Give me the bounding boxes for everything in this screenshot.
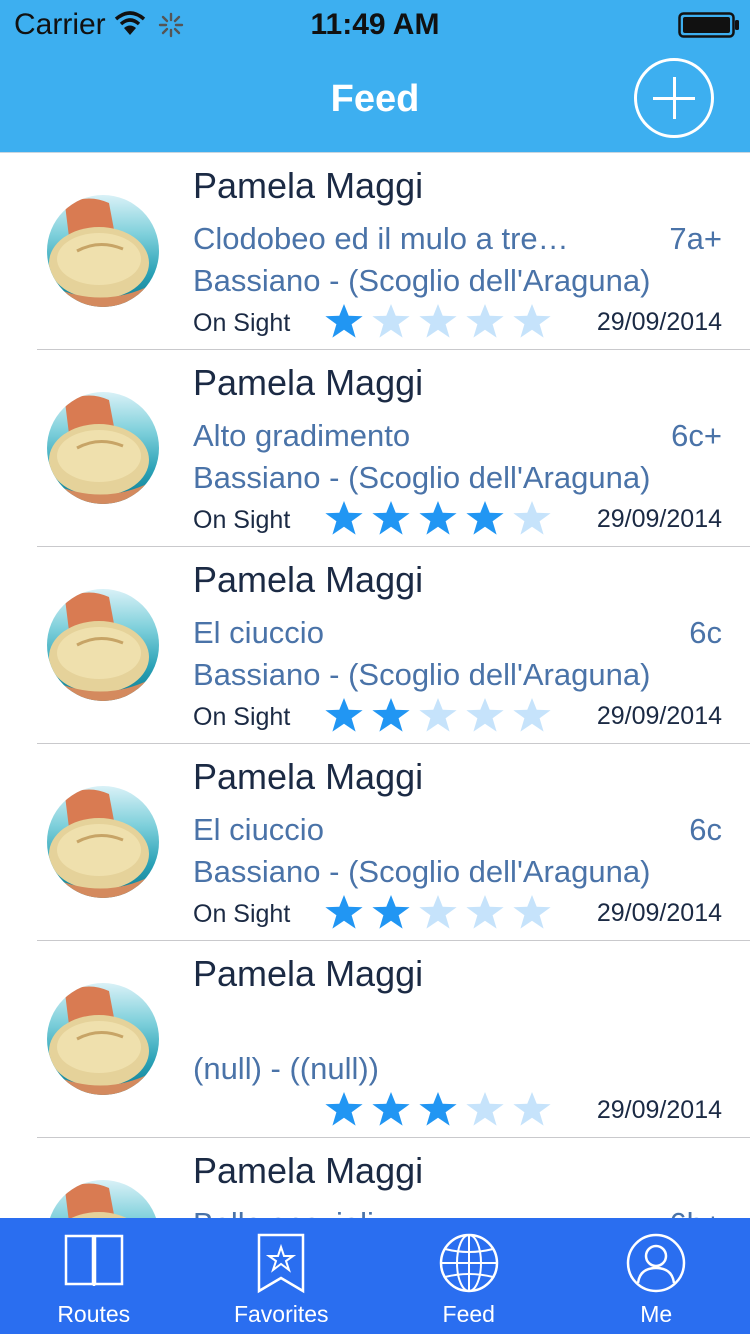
star-empty-icon bbox=[466, 698, 504, 732]
ascent-date: 29/09/2014 bbox=[596, 899, 722, 927]
tab-me[interactable]: Me bbox=[563, 1218, 750, 1334]
star-empty-icon bbox=[419, 304, 457, 338]
route-grade: 7a+ bbox=[669, 221, 722, 256]
star-rating bbox=[324, 894, 552, 930]
user-icon bbox=[627, 1233, 686, 1293]
star-empty-icon bbox=[419, 698, 457, 732]
avatar bbox=[47, 786, 159, 898]
star-empty-icon bbox=[466, 895, 504, 929]
tab-feed[interactable]: Feed bbox=[375, 1218, 563, 1334]
ascent-style: On Sight bbox=[193, 703, 291, 731]
user-name: Pamela Maggi bbox=[193, 1150, 424, 1191]
star-empty-icon bbox=[513, 1092, 551, 1126]
star-filled-icon bbox=[372, 698, 410, 732]
star-empty-icon bbox=[513, 501, 551, 535]
star-filled-icon bbox=[372, 1092, 410, 1126]
user-name: Pamela Maggi bbox=[193, 756, 424, 797]
ascent-date: 29/09/2014 bbox=[596, 308, 722, 336]
avatar-photo bbox=[47, 392, 159, 504]
globe-icon bbox=[439, 1233, 498, 1293]
star-empty-icon bbox=[419, 895, 457, 929]
route-grade: 6c+ bbox=[671, 418, 722, 453]
star-empty-icon bbox=[513, 698, 551, 732]
avatar-photo bbox=[47, 786, 159, 898]
star-filled-icon bbox=[466, 501, 504, 535]
avatar-photo bbox=[47, 983, 159, 1095]
status-time: 11:49 AM bbox=[310, 8, 440, 41]
feed-row[interactable]: Pamela Maggi (null) - ((null)) 29/09/2014 bbox=[0, 941, 750, 1138]
ascent-date: 29/09/2014 bbox=[596, 1096, 722, 1124]
star-filled-icon bbox=[325, 698, 363, 732]
route-location: Bassiano - (Scoglio dell'Araguna) bbox=[193, 657, 651, 692]
book-icon bbox=[64, 1234, 123, 1286]
tab-favorites[interactable]: Favorites bbox=[188, 1218, 376, 1334]
feed-row[interactable]: Pamela Maggi Balle spaziali 6b+ bbox=[0, 1138, 750, 1218]
tab-label: Me bbox=[640, 1301, 673, 1327]
star-empty-icon bbox=[466, 1092, 504, 1126]
feed-row[interactable]: Pamela Maggi Alto gradimento 6c+ Bassiano -… bbox=[0, 350, 750, 547]
avatar bbox=[47, 195, 159, 307]
star-rating bbox=[324, 303, 552, 339]
tab-label: Feed bbox=[442, 1301, 495, 1327]
route-name: El ciuccio bbox=[193, 615, 324, 650]
star-filled-icon bbox=[325, 304, 363, 338]
tab-routes[interactable]: Routes bbox=[0, 1218, 188, 1334]
feed-row[interactable]: Pamela Maggi Clodobeo ed il mulo a tre… 7a… bbox=[0, 153, 750, 350]
avatar-photo bbox=[47, 195, 159, 307]
route-grade: 6c bbox=[689, 812, 722, 847]
avatar bbox=[47, 589, 159, 701]
star-filled-icon bbox=[372, 895, 410, 929]
star-empty-icon bbox=[372, 304, 410, 338]
avatar-photo bbox=[47, 1180, 159, 1218]
route-grade: 6c bbox=[689, 615, 722, 650]
star-filled-icon bbox=[372, 501, 410, 535]
user-name: Pamela Maggi bbox=[193, 559, 424, 600]
tab-label: Routes bbox=[57, 1301, 131, 1327]
route-location: (null) - ((null)) bbox=[193, 1051, 379, 1086]
ascent-style: On Sight bbox=[193, 900, 291, 928]
navigation-header: Carrier 11:49 AM Feed bbox=[0, 0, 750, 152]
star-rating bbox=[324, 500, 552, 536]
route-grade: 6b+ bbox=[669, 1206, 722, 1218]
status-bar: Carrier 11:49 AM bbox=[0, 0, 750, 52]
tab-bar: Routes Favorites Feed Me bbox=[0, 1218, 750, 1334]
avatar bbox=[47, 1180, 159, 1218]
ascent-style: On Sight bbox=[193, 309, 291, 337]
feed-row[interactable]: Pamela Maggi El ciuccio 6c Bassiano - (Scog… bbox=[0, 744, 750, 941]
user-name: Pamela Maggi bbox=[193, 953, 424, 994]
route-location: Bassiano - (Scoglio dell'Araguna) bbox=[193, 854, 651, 889]
add-button[interactable] bbox=[634, 58, 714, 138]
route-location: Bassiano - (Scoglio dell'Araguna) bbox=[193, 263, 651, 298]
star-empty-icon bbox=[513, 304, 551, 338]
avatar-photo bbox=[47, 589, 159, 701]
bookmark-star-icon bbox=[258, 1233, 305, 1294]
star-filled-icon bbox=[325, 501, 363, 535]
feed-row[interactable]: Pamela Maggi El ciuccio 6c Bassiano - (Scog… bbox=[0, 547, 750, 744]
star-filled-icon bbox=[325, 895, 363, 929]
route-name: Balle spaziali bbox=[193, 1206, 613, 1218]
star-empty-icon bbox=[466, 304, 504, 338]
feed-list[interactable]: Pamela Maggi Clodobeo ed il mulo a tre… 7a… bbox=[0, 152, 750, 1218]
battery-icon bbox=[678, 12, 739, 38]
ascent-date: 29/09/2014 bbox=[596, 702, 722, 730]
ascent-date: 29/09/2014 bbox=[596, 505, 722, 533]
star-filled-icon bbox=[419, 1092, 457, 1126]
route-name: Alto gradimento bbox=[193, 418, 411, 453]
ascent-style: On Sight bbox=[193, 506, 291, 534]
route-name: El ciuccio bbox=[193, 812, 324, 847]
tab-label: Favorites bbox=[233, 1301, 329, 1327]
avatar bbox=[47, 983, 159, 1095]
star-empty-icon bbox=[513, 895, 551, 929]
avatar bbox=[47, 392, 159, 504]
user-name: Pamela Maggi bbox=[193, 165, 424, 206]
star-filled-icon bbox=[419, 501, 457, 535]
route-location: Bassiano - (Scoglio dell'Araguna) bbox=[193, 460, 651, 495]
user-name: Pamela Maggi bbox=[193, 362, 424, 403]
star-rating bbox=[324, 1091, 552, 1127]
star-rating bbox=[324, 697, 552, 733]
star-filled-icon bbox=[325, 1092, 363, 1126]
route-name: Clodobeo ed il mulo a tre… bbox=[193, 221, 569, 256]
